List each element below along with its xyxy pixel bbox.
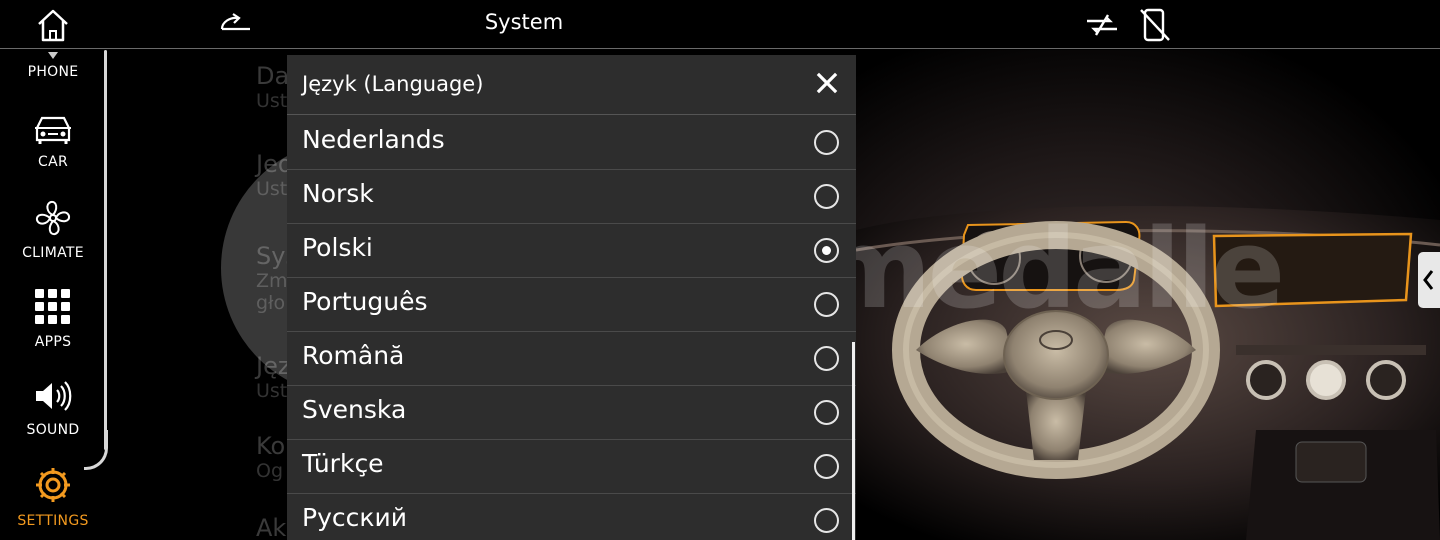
top-bar: System xyxy=(0,0,1440,49)
sidebar-item-phone[interactable]: PHONE xyxy=(0,50,106,88)
sidebar-item-label: CAR xyxy=(38,154,68,170)
radio-button[interactable] xyxy=(814,130,839,155)
sidebar-item-apps[interactable]: APPS xyxy=(0,288,106,350)
sidebar-item-label: APPS xyxy=(34,334,72,350)
list-item[interactable]: Ak xyxy=(256,514,286,540)
radio-button[interactable] xyxy=(814,292,839,317)
scroll-indicator-icon xyxy=(37,50,69,60)
sidebar-item-car[interactable]: CAR xyxy=(0,112,106,170)
language-option[interactable]: Nederlands xyxy=(287,116,856,170)
phone-disconnected-icon[interactable] xyxy=(1138,7,1172,43)
sidebar-item-label: PHONE xyxy=(27,64,79,80)
list-item-subtitle: Ust xyxy=(256,90,288,112)
speaker-icon xyxy=(0,378,106,418)
language-dialog: Język (Language) Nederlands Norsk Polski… xyxy=(287,55,856,540)
sidebar-item-sound[interactable]: SOUND xyxy=(0,378,106,438)
language-option[interactable]: Română xyxy=(287,332,856,386)
list-item[interactable]: Ko Og xyxy=(256,432,285,482)
page-title: System xyxy=(484,10,564,34)
dialog-title: Język (Language) xyxy=(302,72,484,96)
language-option-label: Română xyxy=(302,341,405,370)
sync-icon[interactable] xyxy=(1084,12,1120,38)
list-item-title: Da xyxy=(256,62,290,90)
radio-button[interactable] xyxy=(814,184,839,209)
close-icon[interactable] xyxy=(815,71,839,95)
radio-button[interactable] xyxy=(814,508,839,533)
radio-button[interactable] xyxy=(814,346,839,371)
fan-icon xyxy=(0,199,106,241)
sidebar-item-label: SOUND xyxy=(26,422,80,438)
language-option-label: Norsk xyxy=(302,179,374,208)
language-option-label: Português xyxy=(302,287,428,316)
language-option-label: Türkçe xyxy=(302,449,384,478)
sidebar-item-label: SETTINGS xyxy=(17,513,89,529)
language-option-label: Русский xyxy=(302,503,407,532)
language-option[interactable]: Türkçe xyxy=(287,440,856,494)
grid-icon xyxy=(0,288,106,330)
language-option[interactable]: Svenska xyxy=(287,386,856,440)
scrollbar[interactable] xyxy=(852,342,855,540)
language-option-label: Svenska xyxy=(302,395,407,424)
list-item-title: Ko xyxy=(256,432,286,460)
radio-button[interactable] xyxy=(814,400,839,425)
expand-panel-button[interactable] xyxy=(1418,252,1440,308)
list-item-title: Ak xyxy=(256,514,287,540)
language-option-label: Nederlands xyxy=(302,125,445,154)
language-option[interactable]: Polski xyxy=(287,224,856,278)
language-option[interactable]: Português xyxy=(287,278,856,332)
radio-button[interactable] xyxy=(814,454,839,479)
radio-button-selected[interactable] xyxy=(814,238,839,263)
gear-icon xyxy=(0,465,106,509)
car-icon xyxy=(0,112,106,150)
sidebar-item-settings[interactable]: SETTINGS xyxy=(0,465,106,529)
list-item[interactable]: Da Ust xyxy=(256,62,289,112)
sidebar-item-label: CLIMATE xyxy=(22,245,84,261)
language-option[interactable]: Norsk xyxy=(287,170,856,224)
language-option-label: Polski xyxy=(302,233,373,262)
dialog-header: Język (Language) xyxy=(287,55,856,115)
language-option[interactable]: Русский xyxy=(287,494,856,540)
list-item-subtitle: Og xyxy=(256,460,284,482)
sidebar-item-climate[interactable]: CLIMATE xyxy=(0,199,106,261)
